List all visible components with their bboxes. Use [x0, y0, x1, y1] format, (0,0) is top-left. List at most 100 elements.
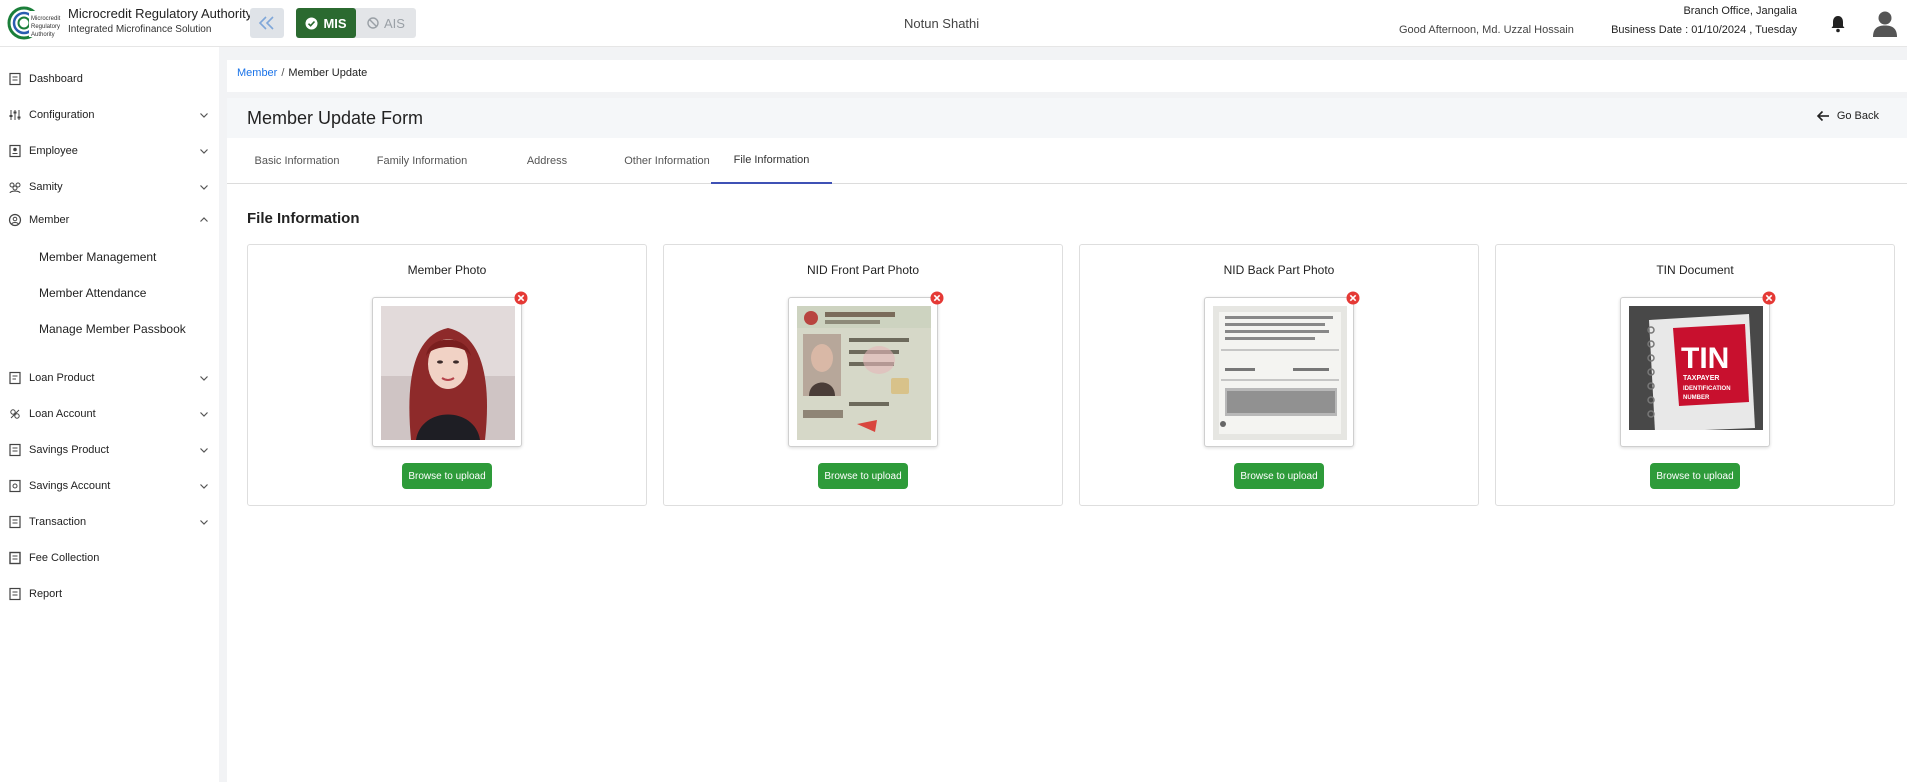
- module-switcher: MIS AIS: [296, 8, 416, 38]
- section-title: File Information: [247, 210, 360, 227]
- sidebar-item-label: Fee Collection: [29, 552, 100, 564]
- ais-mode-button[interactable]: AIS: [356, 8, 416, 38]
- sidebar-item-fee-collection[interactable]: Fee Collection: [0, 544, 219, 572]
- sidebar-item-dashboard[interactable]: Dashboard: [0, 65, 219, 93]
- page-title: Member Update Form: [247, 108, 424, 128]
- chevron-down-icon: [200, 185, 208, 190]
- chevron-down-icon: [200, 520, 208, 525]
- sidebar-item-savings-product[interactable]: Savings Product: [0, 436, 219, 464]
- tab-other-information[interactable]: Other Information: [607, 138, 727, 184]
- nid-front-image: [797, 306, 931, 440]
- sidebar-item-member[interactable]: Member: [0, 206, 219, 234]
- form-tabs: Basic Information Family Information Add…: [227, 138, 1907, 184]
- mis-mode-button[interactable]: MIS: [296, 8, 356, 38]
- go-back-label: Go Back: [1836, 110, 1879, 122]
- tin-document-preview: TIN TAXPAYER IDENTIFICATION NUMBER: [1620, 297, 1770, 447]
- tin-document-image: TIN TAXPAYER IDENTIFICATION NUMBER: [1629, 306, 1763, 440]
- chevron-up-icon: [200, 217, 208, 222]
- tab-family-information[interactable]: Family Information: [357, 138, 487, 184]
- group-icon: [9, 182, 21, 194]
- tab-basic-information[interactable]: Basic Information: [237, 138, 357, 184]
- member-icon: [8, 213, 22, 227]
- remove-file-icon[interactable]: [1762, 291, 1776, 305]
- loan-product-icon: [9, 371, 21, 385]
- tab-address[interactable]: Address: [487, 138, 607, 184]
- nid-front-preview: [788, 297, 938, 447]
- sidebar-item-transaction[interactable]: Transaction: [0, 508, 219, 536]
- panel-header: Member Update Form Go Back: [227, 98, 1907, 138]
- tab-file-information[interactable]: File Information: [711, 138, 832, 184]
- sidebar-item-samity[interactable]: Samity: [0, 173, 219, 201]
- breadcrumb-separator: /: [281, 67, 285, 79]
- user-greeting: Good Afternoon, Md. Uzzal Hossain: [1399, 24, 1574, 36]
- browse-upload-button[interactable]: Browse to upload: [1650, 463, 1740, 489]
- branch-name: Branch Office, Jangalia: [1683, 5, 1797, 17]
- mra-logo: Microcredit Regulatory Authority: [7, 6, 61, 40]
- mis-label: MIS: [323, 15, 347, 31]
- sidebar-item-employee[interactable]: Employee: [0, 137, 219, 165]
- user-avatar-icon[interactable]: [1872, 10, 1898, 38]
- browse-upload-button[interactable]: Browse to upload: [402, 463, 492, 489]
- nid-back-preview: [1204, 297, 1354, 447]
- transaction-icon: [9, 515, 21, 529]
- sidebar-item-configuration[interactable]: Configuration: [0, 101, 219, 129]
- file-card-title: Member Photo: [407, 263, 487, 277]
- nid-back-image: [1213, 306, 1347, 440]
- ais-label: AIS: [384, 15, 405, 31]
- sidebar-item-label: Report: [29, 588, 63, 600]
- chevron-down-icon: [200, 448, 208, 453]
- chevron-down-icon: [200, 376, 208, 381]
- top-header: Microcredit Regulatory Authority Microcr…: [0, 0, 1907, 47]
- file-card-member-photo: Member Photo Browse to upload: [247, 244, 647, 506]
- file-card-tin-document: TIN Document TIN TAXPAYER IDENTIFICATION…: [1495, 244, 1895, 506]
- sidebar-item-savings-account[interactable]: Savings Account: [0, 472, 219, 500]
- browse-upload-button[interactable]: Browse to upload: [1234, 463, 1324, 489]
- notification-bell-icon[interactable]: [1830, 15, 1846, 33]
- remove-file-icon[interactable]: [930, 291, 944, 305]
- chevron-down-icon: [200, 149, 208, 154]
- browse-upload-button[interactable]: Browse to upload: [818, 463, 908, 489]
- member-update-panel: Member Update Form Go Back Basic Informa…: [227, 98, 1907, 782]
- org-subtitle: Integrated Microfinance Solution: [68, 24, 212, 35]
- sidebar-item-label: Loan Product: [29, 372, 95, 384]
- report-icon: [9, 587, 21, 601]
- app-name: Notun Shathi: [904, 16, 980, 31]
- arrow-left-icon: [1816, 110, 1829, 122]
- dashboard-icon: [9, 72, 21, 86]
- fee-collection-icon: [9, 551, 21, 565]
- breadcrumb-link-member[interactable]: Member: [237, 67, 277, 79]
- sliders-icon: [9, 110, 21, 120]
- sidebar-subitem-manage-member-passbook[interactable]: Manage Member Passbook: [39, 322, 186, 336]
- sidebar-item-loan-product[interactable]: Loan Product: [0, 364, 219, 392]
- remove-file-icon[interactable]: [514, 291, 528, 305]
- sidebar: Dashboard Configuration Employee Samity …: [0, 47, 219, 782]
- tin-line-3: NUMBER: [1683, 395, 1710, 401]
- sidebar-subitem-member-attendance[interactable]: Member Attendance: [39, 286, 146, 300]
- sidebar-subitem-member-management[interactable]: Member Management: [39, 250, 156, 264]
- sidebar-item-label: Configuration: [29, 109, 95, 121]
- sidebar-item-label: Member: [29, 214, 70, 226]
- member-photo-image: [381, 306, 515, 440]
- savings-account-icon: [9, 479, 21, 493]
- file-card-nid-back: NID Back Part Photo Browse to upload: [1079, 244, 1479, 506]
- remove-file-icon[interactable]: [1346, 291, 1360, 305]
- sidebar-item-loan-account[interactable]: Loan Account: [0, 400, 219, 428]
- member-photo-preview: [372, 297, 522, 447]
- file-card-title: TIN Document: [1656, 263, 1734, 277]
- go-back-button[interactable]: Go Back: [1816, 110, 1879, 122]
- sidebar-item-label: Savings Account: [29, 480, 111, 492]
- sidebar-item-label: Transaction: [29, 516, 87, 528]
- svg-text:Microcredit: Microcredit: [31, 16, 61, 22]
- tin-line-2: IDENTIFICATION: [1683, 386, 1731, 392]
- sidebar-item-label: Dashboard: [29, 73, 83, 85]
- sidebar-item-report[interactable]: Report: [0, 580, 219, 608]
- collapse-sidebar-button[interactable]: [250, 8, 284, 38]
- ban-icon: [367, 17, 379, 29]
- savings-product-icon: [9, 443, 21, 457]
- chevron-down-icon: [200, 484, 208, 489]
- business-date: Business Date : 01/10/2024 , Tuesday: [1611, 24, 1797, 36]
- file-card-title: NID Back Part Photo: [1223, 263, 1335, 277]
- breadcrumb-current: Member Update: [288, 67, 368, 79]
- file-card-title: NID Front Part Photo: [806, 263, 920, 277]
- chevron-down-icon: [200, 113, 208, 118]
